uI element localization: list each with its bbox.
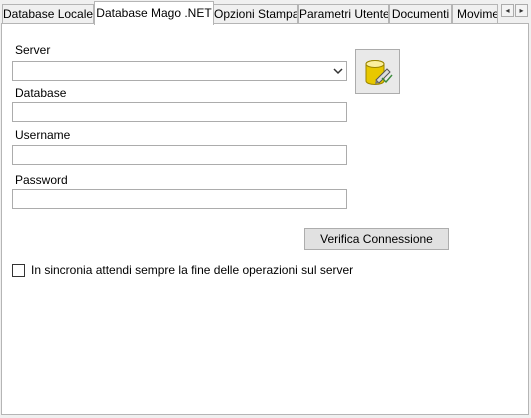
server-label: Server	[15, 43, 51, 57]
sync-checkbox[interactable]	[12, 264, 25, 277]
database-label: Database	[15, 86, 67, 100]
tab-database-locale[interactable]: Database Locale	[2, 4, 94, 23]
tab-parametri-utente[interactable]: Parametri Utente	[298, 4, 389, 23]
username-label: Username	[15, 128, 71, 142]
database-field[interactable]	[12, 102, 347, 122]
username-field[interactable]	[12, 145, 347, 165]
database-edit-icon	[365, 60, 393, 85]
tab-documenti[interactable]: Documenti	[389, 4, 452, 23]
verify-connection-button[interactable]: Verifica Connessione	[304, 228, 449, 250]
password-field[interactable]	[12, 189, 347, 209]
tab-movimenti[interactable]: Movimer	[452, 4, 498, 23]
tab-panel: Server Database Username Password Verifi…	[1, 23, 529, 415]
tab-scroll-right-button[interactable]: ▸	[515, 4, 528, 17]
tab-database-mago-net[interactable]: Database Mago .NET	[94, 1, 214, 25]
tab-opzioni-stampa[interactable]: Opzioni Stampa	[213, 4, 298, 23]
tab-strip: Database Locale Database Mago .NET Opzio…	[0, 0, 531, 25]
server-combobox[interactable]	[12, 61, 347, 81]
database-config-button[interactable]	[355, 49, 400, 94]
tab-scroll-left-button[interactable]: ◂	[501, 4, 514, 17]
chevron-down-icon[interactable]	[333, 65, 343, 77]
sync-checkbox-label: In sincronia attendi sempre la fine dell…	[31, 263, 354, 277]
password-label: Password	[15, 173, 68, 187]
